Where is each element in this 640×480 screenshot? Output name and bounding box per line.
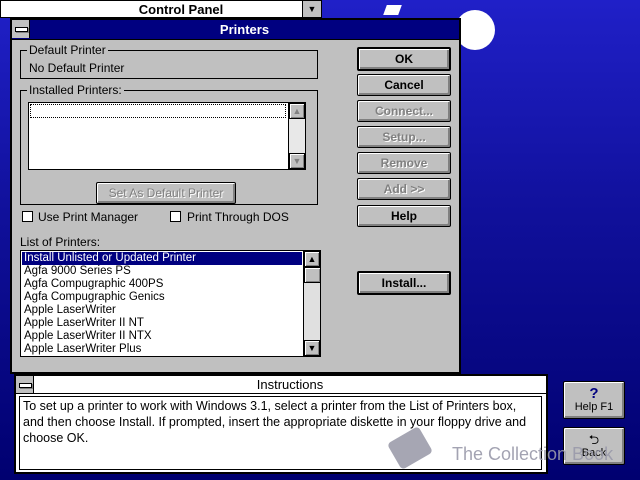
printer-list-item[interactable]: Apple LaserWriter Plus (22, 343, 302, 356)
installed-printers-label: Installed Printers: (27, 83, 124, 97)
printer-list-item[interactable]: Apple LaserWriter II NT (22, 317, 302, 330)
scroll-up-arrow-icon[interactable]: ▲ (304, 251, 320, 267)
minimize-button[interactable]: ▼ (302, 1, 321, 17)
title-bar: Printers (12, 20, 459, 40)
printer-list-item[interactable]: Apple LaserWriter II NTX (22, 330, 302, 343)
focus-rect (30, 104, 286, 118)
list-of-printers-label: List of Printers: (20, 235, 101, 249)
use-print-manager-label: Use Print Manager (38, 210, 139, 224)
connect-button[interactable]: Connect... (357, 100, 451, 122)
scroll-down-arrow-icon[interactable]: ▼ (289, 153, 305, 169)
system-menu-button[interactable] (16, 376, 34, 393)
scroll-thumb[interactable] (304, 267, 321, 283)
printer-list-item[interactable]: Agfa 9000 Series PS (22, 265, 302, 278)
control-panel-title: Control Panel (138, 2, 224, 17)
print-through-dos-label: Print Through DOS (187, 210, 289, 224)
printer-list-item[interactable]: Agfa Compugraphic Genics (22, 291, 302, 304)
printer-list-item[interactable]: Install Unlisted or Updated Printer (22, 252, 302, 265)
printers-list-scrollbar[interactable]: ▲ ▼ (303, 251, 321, 356)
dialog-title: Printers (219, 22, 270, 37)
installed-printers-list[interactable]: ▲ ▼ (28, 102, 306, 170)
installed-printers-group: Installed Printers: ▲ ▼ Set As Default P… (20, 83, 318, 205)
scroll-down-arrow-icon[interactable]: ▼ (304, 340, 320, 356)
printer-list-item[interactable]: Agfa Compugraphic 400PS (22, 278, 302, 291)
printers-list[interactable]: Install Unlisted or Updated Printer Agfa … (20, 250, 321, 357)
use-print-manager-checkbox[interactable] (22, 211, 33, 222)
printer-list-item[interactable]: Apple LaserWriter (22, 304, 302, 317)
printers-dialog: Printers Default Printer No Default Prin… (10, 18, 461, 374)
help-question-icon: ? (589, 385, 599, 402)
watermark-text: The Collection Book (452, 444, 614, 464)
default-printer-group: Default Printer No Default Printer (20, 43, 318, 79)
print-through-dos-checkbox[interactable] (170, 211, 181, 222)
ok-button[interactable]: OK (357, 47, 451, 71)
installed-scrollbar[interactable]: ▲ ▼ (288, 103, 305, 169)
instructions-title-bar: Instructions (16, 376, 546, 394)
instructions-title: Instructions (256, 377, 324, 392)
default-printer-value: No Default Printer (29, 61, 125, 75)
remove-button[interactable]: Remove (357, 152, 451, 174)
scroll-up-arrow-icon[interactable]: ▲ (289, 103, 305, 119)
system-menu-button[interactable] (12, 20, 30, 38)
set-default-printer-button[interactable]: Set As Default Printer (96, 182, 236, 204)
help-f1-label: Help F1 (574, 401, 614, 413)
install-button[interactable]: Install... (357, 271, 451, 295)
default-printer-label: Default Printer (27, 43, 108, 57)
help-f1-button[interactable]: ? Help F1 (563, 381, 625, 419)
add-button[interactable]: Add >> (357, 178, 451, 200)
help-button[interactable]: Help (357, 205, 451, 227)
desktop-decoration (383, 5, 402, 15)
control-panel-window: Control Panel ▼ (0, 0, 322, 18)
setup-button[interactable]: Setup... (357, 126, 451, 148)
cancel-button[interactable]: Cancel (357, 74, 451, 96)
desktop-decoration (455, 10, 495, 50)
